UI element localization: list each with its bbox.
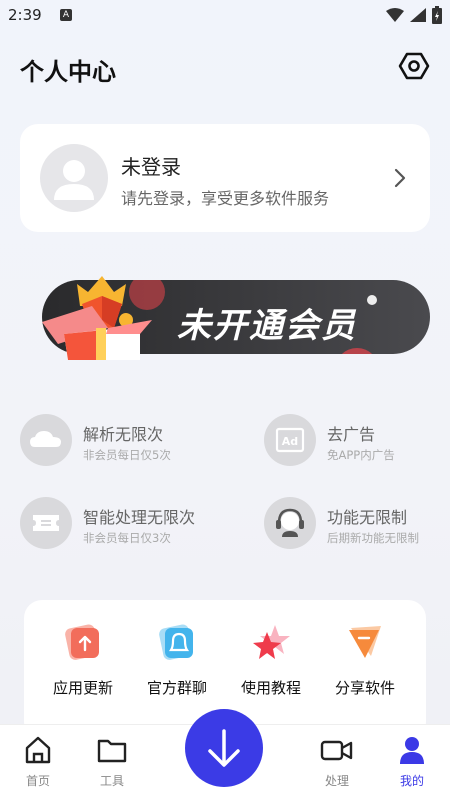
home-icon <box>25 736 51 764</box>
feature-subtitle: 非会员每日仅5次 <box>83 448 171 462</box>
tutorial-icon <box>251 622 291 662</box>
feature-unlimited-processing: 智能处理无限次 非会员每日仅3次 <box>20 497 220 553</box>
feature-unlimited-functions: 功能无限制 后期新功能无限制 <box>264 497 450 553</box>
status-time: 2:39 <box>8 6 42 24</box>
download-fab[interactable] <box>185 709 263 787</box>
vip-banner[interactable]: 未开通会员 <box>22 270 432 362</box>
share-icon <box>345 622 385 662</box>
chevron-right-icon[interactable] <box>392 166 408 190</box>
feature-title: 解析无限次 <box>83 425 164 444</box>
cloud-icon <box>20 414 72 466</box>
feature-subtitle: 免APP内广告 <box>327 448 395 462</box>
ad-icon: Ad <box>264 414 316 466</box>
settings-icon <box>398 52 430 80</box>
feature-title: 功能无限制 <box>327 508 408 527</box>
status-icons <box>386 6 442 24</box>
download-arrow-icon <box>208 729 240 767</box>
nav-home[interactable]: 首页 <box>8 735 68 789</box>
notification-icon: A <box>60 9 72 21</box>
gift-crown-icon <box>42 276 152 360</box>
page-title: 个人中心 <box>20 58 116 86</box>
nav-label: 我的 <box>399 774 424 788</box>
nav-label: 处理 <box>324 774 349 788</box>
nav-mine[interactable]: 我的 <box>382 735 442 789</box>
headset-icon <box>264 497 316 549</box>
vip-status-text: 未开通会员 <box>177 306 357 346</box>
settings-button[interactable] <box>398 50 430 82</box>
login-status[interactable]: 未登录 <box>121 151 181 180</box>
nav-process[interactable]: 处理 <box>307 735 367 789</box>
nav-label: 工具 <box>99 774 124 788</box>
nav-tools[interactable]: 工具 <box>82 735 142 789</box>
wifi-icon <box>386 8 404 22</box>
tool-official-group[interactable]: 官方群聊 <box>132 622 222 698</box>
group-chat-icon <box>157 622 197 662</box>
tool-label: 应用更新 <box>52 679 113 697</box>
status-bar: 2:39 A <box>0 0 450 32</box>
feature-subtitle: 后期新功能无限制 <box>327 531 419 545</box>
profile-card[interactable]: 未登录 请先登录，享受更多软件服务 <box>20 124 430 232</box>
nav-label: 首页 <box>25 774 50 788</box>
update-icon <box>63 622 103 662</box>
tool-tutorial[interactable]: 使用教程 <box>226 622 316 698</box>
avatar[interactable] <box>40 144 108 212</box>
feature-title: 智能处理无限次 <box>83 508 196 527</box>
tool-app-update[interactable]: 应用更新 <box>38 622 128 698</box>
user-icon <box>400 737 424 764</box>
svg-text:Ad: Ad <box>282 435 298 448</box>
feature-subtitle: 非会员每日仅3次 <box>83 531 171 545</box>
feature-title: 去广告 <box>327 425 376 444</box>
folder-icon <box>97 739 127 763</box>
video-icon <box>320 740 353 761</box>
signal-icon <box>410 8 426 22</box>
login-hint: 请先登录，享受更多软件服务 <box>121 189 330 208</box>
feature-no-ads: Ad 去广告 免APP内广告 <box>264 414 450 470</box>
battery-icon <box>432 6 442 24</box>
tool-label: 分享软件 <box>334 679 395 697</box>
tool-share[interactable]: 分享软件 <box>320 622 410 698</box>
feature-unlimited-parse: 解析无限次 非会员每日仅5次 <box>20 414 220 470</box>
ticket-icon <box>20 497 72 549</box>
default-avatar-icon <box>54 160 94 200</box>
